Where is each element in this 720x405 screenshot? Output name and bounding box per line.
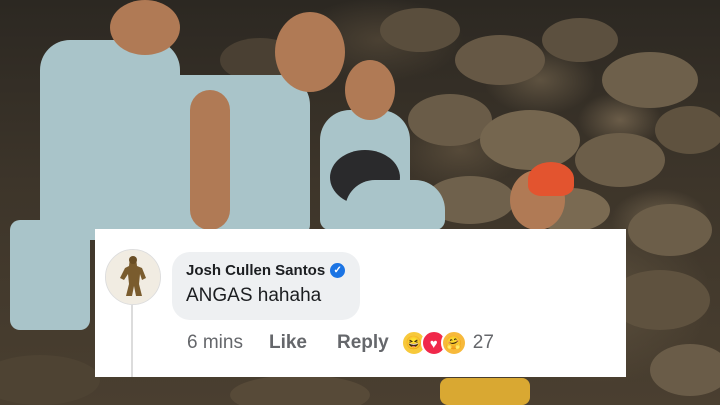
comment-text: ANGAS hahaha <box>186 285 322 306</box>
reactions-summary[interactable]: 😆 ♥ 🤗 27 <box>400 330 494 356</box>
reaction-count: 27 <box>472 332 494 353</box>
person-legs <box>10 220 90 330</box>
like-button[interactable]: Like <box>269 332 307 354</box>
comment-time[interactable]: 6 mins <box>187 332 243 354</box>
person-head <box>110 0 180 55</box>
thread-line <box>131 305 133 377</box>
avatar[interactable] <box>105 249 161 305</box>
person-figure <box>345 180 445 230</box>
red-cap <box>528 162 574 196</box>
verified-badge-icon: ✓ <box>330 263 346 278</box>
comment-actions: 6 mins Like Reply 😆 ♥ 🤗 27 <box>187 330 494 356</box>
person-head <box>345 60 395 120</box>
comment-author[interactable]: Josh Cullen Santos ✓ <box>186 262 346 279</box>
avatar-statue-image <box>106 250 160 304</box>
author-name[interactable]: Josh Cullen Santos <box>186 262 325 279</box>
care-reaction-icon: 🤗 <box>440 330 467 356</box>
person-head <box>275 12 345 92</box>
person-figure <box>150 75 310 235</box>
person-arm <box>190 90 230 230</box>
reply-button[interactable]: Reply <box>337 332 389 354</box>
yellow-object <box>440 378 530 405</box>
